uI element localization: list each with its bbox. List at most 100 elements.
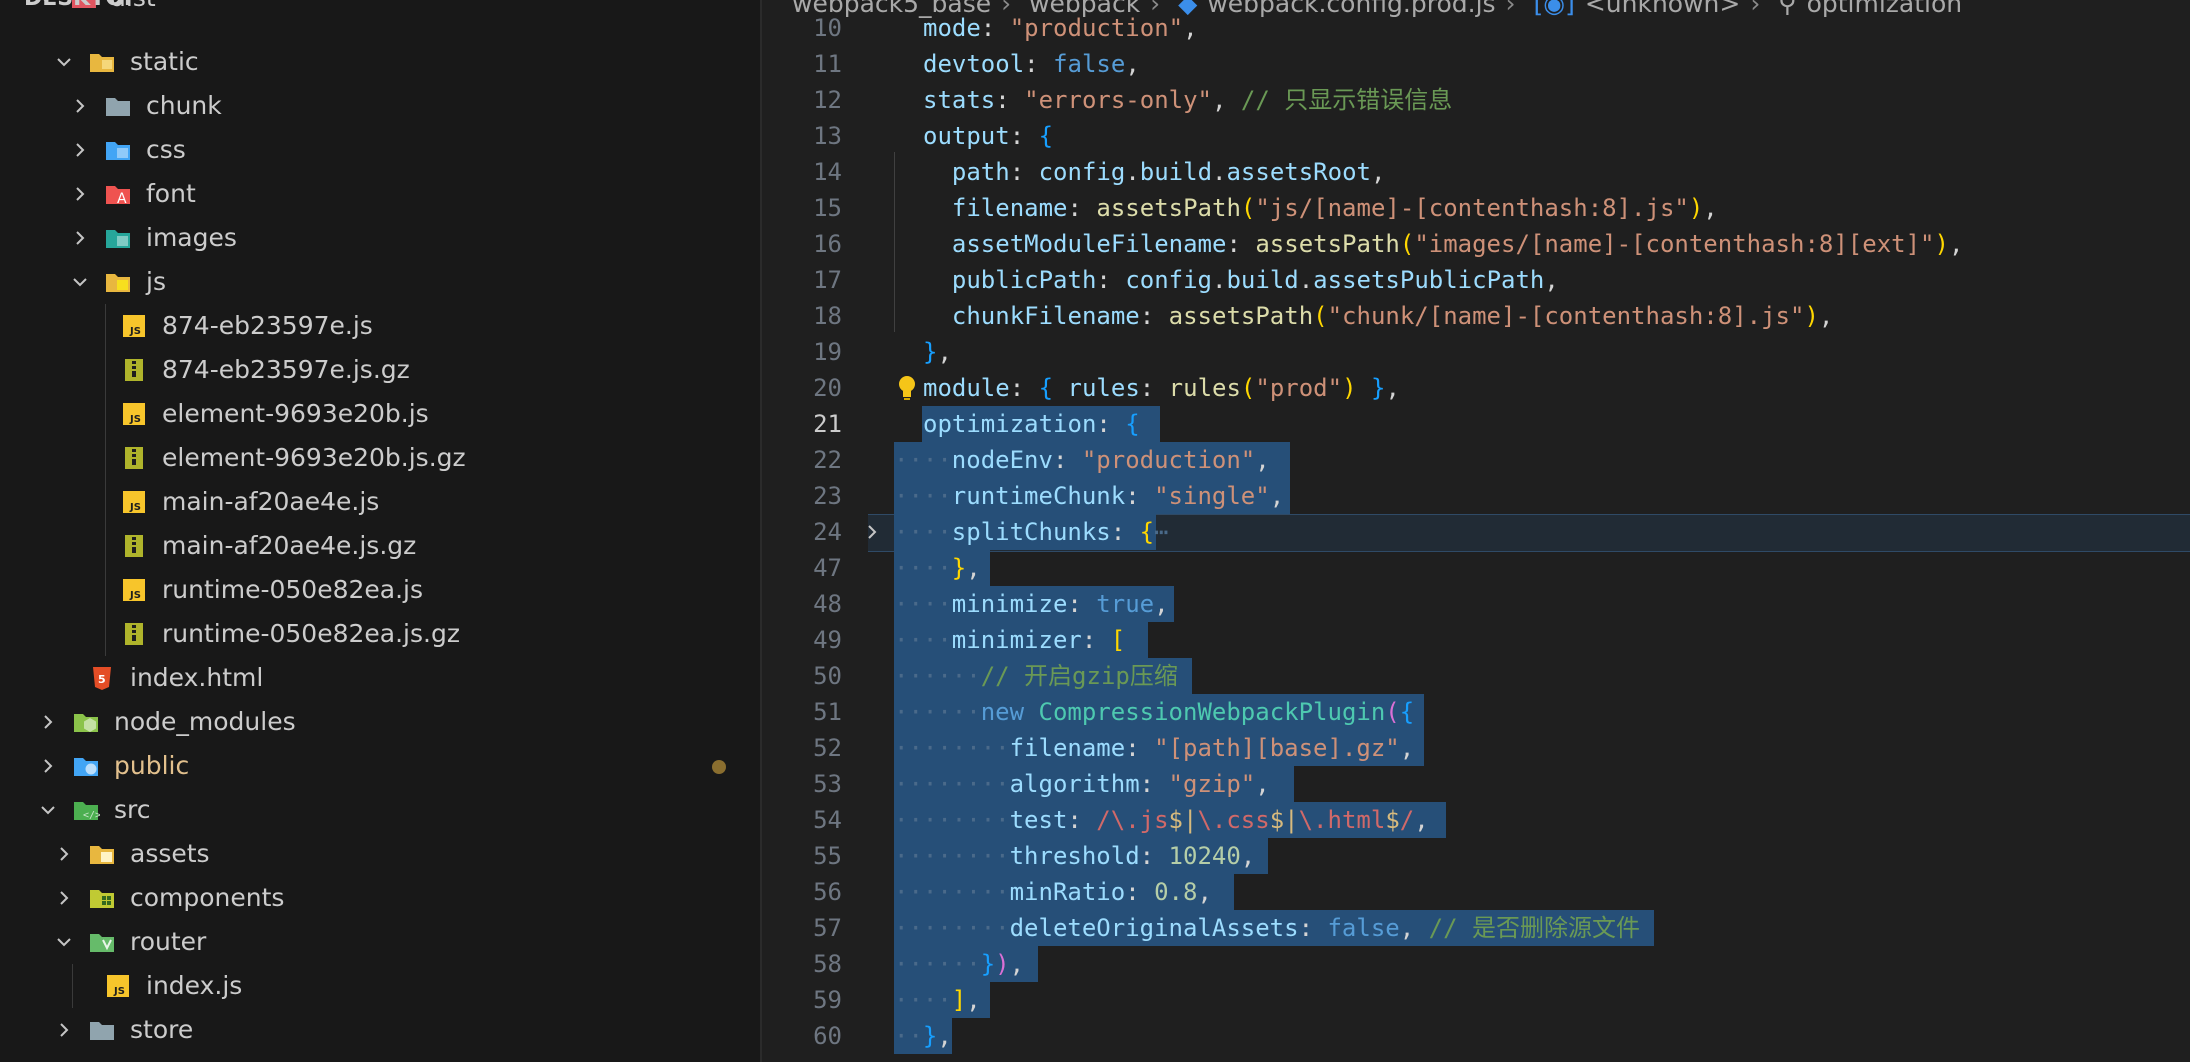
code-line[interactable]: 12 stats: "errors-only", // 只显示错误信息 (762, 82, 2190, 118)
code-line[interactable]: 53 ········algorithm: "gzip", (762, 766, 2190, 802)
code-line[interactable]: 49 ····minimizer: [ (762, 622, 2190, 658)
tree-item-store[interactable]: store (0, 1008, 760, 1052)
code-line[interactable]: 19 }, (762, 334, 2190, 370)
folder-assets-icon (90, 846, 114, 864)
code-text: chunkFilename: assetsPath("chunk/[name]-… (951, 302, 1834, 330)
chevron-right-icon (76, 187, 85, 201)
tree-item-label: element-9693e20b.js.gz (162, 443, 466, 472)
code-line[interactable]: 60 ··}, (762, 1018, 2190, 1054)
tree-item-static[interactable]: static (0, 40, 760, 84)
tree-item-label: node_modules (114, 707, 296, 736)
code-line[interactable]: 55 ········threshold: 10240, (762, 838, 2190, 874)
code-editor[interactable]: webpack5_base › webpack › ◆ webpack.config.… (762, 0, 2190, 1062)
folder-src-icon: </> (74, 802, 100, 821)
chevron-down-icon (73, 278, 87, 287)
tree-item-file-js[interactable]: JS element-9693e20b.js (0, 392, 760, 436)
chevron-right-icon (76, 143, 85, 157)
folder-node-icon (74, 714, 98, 732)
line-number: 17 (813, 266, 842, 294)
code-text: ········deleteOriginalAssets: false, // … (894, 914, 1640, 942)
tree-item-js[interactable]: js (0, 260, 760, 304)
svg-text:JS: JS (129, 502, 141, 513)
tree-item-label: public (114, 751, 190, 780)
chevron-right-icon (60, 891, 69, 905)
tree-item-images[interactable]: images (0, 216, 760, 260)
code-line[interactable]: 48 ····minimize: true, (762, 586, 2190, 622)
code-line[interactable]: 52 ········filename: "[path][base].gz", (762, 730, 2190, 766)
code-text: ····}, (894, 554, 981, 582)
tree-item-assets[interactable]: assets (0, 832, 760, 876)
tree-item-file-js[interactable]: JS 874-eb23597e.js (0, 304, 760, 348)
line-number: 19 (813, 338, 842, 366)
tree-item-label: router (130, 927, 207, 956)
tree-item-node-modules[interactable]: node_modules (0, 700, 760, 744)
tree-item-css[interactable]: css (0, 128, 760, 172)
fold-chevron-icon[interactable] (862, 522, 882, 542)
code-line[interactable]: 15 filename: assetsPath("js/[name]-[cont… (762, 190, 2190, 226)
code-line[interactable]: 14 path: config.build.assetsRoot, (762, 154, 2190, 190)
code-text: }, (923, 338, 952, 366)
html-file-icon: 5 (93, 667, 111, 690)
tree-item-chunk[interactable]: chunk (0, 84, 760, 128)
tree-item-file-js[interactable]: JS main-af20ae4e.js (0, 480, 760, 524)
code-text: ····minimizer: [ (894, 626, 1126, 654)
code-text: devtool: false, (923, 50, 1140, 78)
line-number: 15 (813, 194, 842, 222)
code-line[interactable]: 58 ······}), (762, 946, 2190, 982)
tree-item-components[interactable]: components (0, 876, 760, 920)
code-line[interactable]: 10 mode: "production", (762, 10, 2190, 46)
tree-item-label: runtime-050e82ea.js.gz (162, 619, 460, 648)
line-number: 13 (813, 122, 842, 150)
tree-item-font[interactable]: A font (0, 172, 760, 216)
code-line[interactable]: 54 ········test: /\.js$|\.css$|\.html$/, (762, 802, 2190, 838)
lightbulb-icon[interactable] (895, 374, 919, 402)
code-line[interactable]: 18 chunkFilename: assetsPath("chunk/[nam… (762, 298, 2190, 334)
tree-item-file-html[interactable]: 5 index.html (0, 656, 760, 700)
section-title: DESKTOP (24, 0, 140, 11)
code-line[interactable]: 56 ········minRatio: 0.8, (762, 874, 2190, 910)
line-number: 57 (813, 914, 842, 942)
code-text: filename: assetsPath("js/[name]-[content… (951, 194, 1718, 222)
tree-item-file-gz[interactable]: runtime-050e82ea.js.gz (0, 612, 760, 656)
code-text: ····nodeEnv: "production", (894, 446, 1270, 474)
code-text: ········algorithm: "gzip", (894, 770, 1270, 798)
code-line[interactable]: 20 module: { rules: rules("prod") }, (762, 370, 2190, 406)
tree-item-public[interactable]: public (0, 744, 760, 788)
folder-static-icon (90, 54, 114, 72)
code-line[interactable]: 51 ······new CompressionWebpackPlugin({ (762, 694, 2190, 730)
tree-item-file-js[interactable]: JS runtime-050e82ea.js (0, 568, 760, 612)
chevron-right-icon (44, 759, 53, 773)
tree-item-router[interactable]: router (0, 920, 760, 964)
tree-item-src[interactable]: </> src (0, 788, 760, 832)
code-line[interactable]: 17 publicPath: config.build.assetsPublic… (762, 262, 2190, 298)
code-line[interactable]: 16 assetModuleFilename: assetsPath("imag… (762, 226, 2190, 262)
code-line[interactable]: 13 output: { (762, 118, 2190, 154)
code-line[interactable]: 11 devtool: false, (762, 46, 2190, 82)
modified-indicator (712, 760, 726, 774)
line-number: 12 (813, 86, 842, 114)
tree-item-label: images (146, 223, 237, 252)
tree-item-file-gz[interactable]: element-9693e20b.js.gz (0, 436, 760, 480)
tree-item-file-gz[interactable]: main-af20ae4e.js.gz (0, 524, 760, 568)
code-line[interactable]: 59 ····], (762, 982, 2190, 1018)
code-line[interactable]: 47 ····}, (762, 550, 2190, 586)
code-line-folded[interactable]: 24 ····splitChunks: {⋯ (762, 514, 2190, 552)
javascript-file-icon: JS (123, 579, 145, 601)
code-text: publicPath: config.build.assetsPublicPat… (951, 266, 1559, 294)
javascript-file-icon: JS (107, 975, 129, 997)
javascript-file-icon: JS (123, 491, 145, 513)
code-line[interactable]: 22 ····nodeEnv: "production", (762, 442, 2190, 478)
code-text: stats: "errors-only", // 只显示错误信息 (923, 86, 1453, 114)
chevron-right-icon (60, 847, 69, 861)
line-number: 11 (813, 50, 842, 78)
line-number: 60 (813, 1022, 842, 1050)
code-line[interactable]: 23 ····runtimeChunk: "single", (762, 478, 2190, 514)
tree-item-label: index.html (130, 663, 264, 692)
code-line-active[interactable]: 21 optimization: { (762, 406, 2190, 442)
tree-item-label: components (130, 883, 285, 912)
code-line[interactable]: 50 ······// 开启gzip压缩 (762, 658, 2190, 694)
code-text: ········filename: "[path][base].gz", (894, 734, 1415, 762)
tree-item-file-js[interactable]: JS index.js (0, 964, 760, 1008)
code-line[interactable]: 57 ········deleteOriginalAssets: false, … (762, 910, 2190, 946)
tree-item-file-gz[interactable]: 874-eb23597e.js.gz (0, 348, 760, 392)
